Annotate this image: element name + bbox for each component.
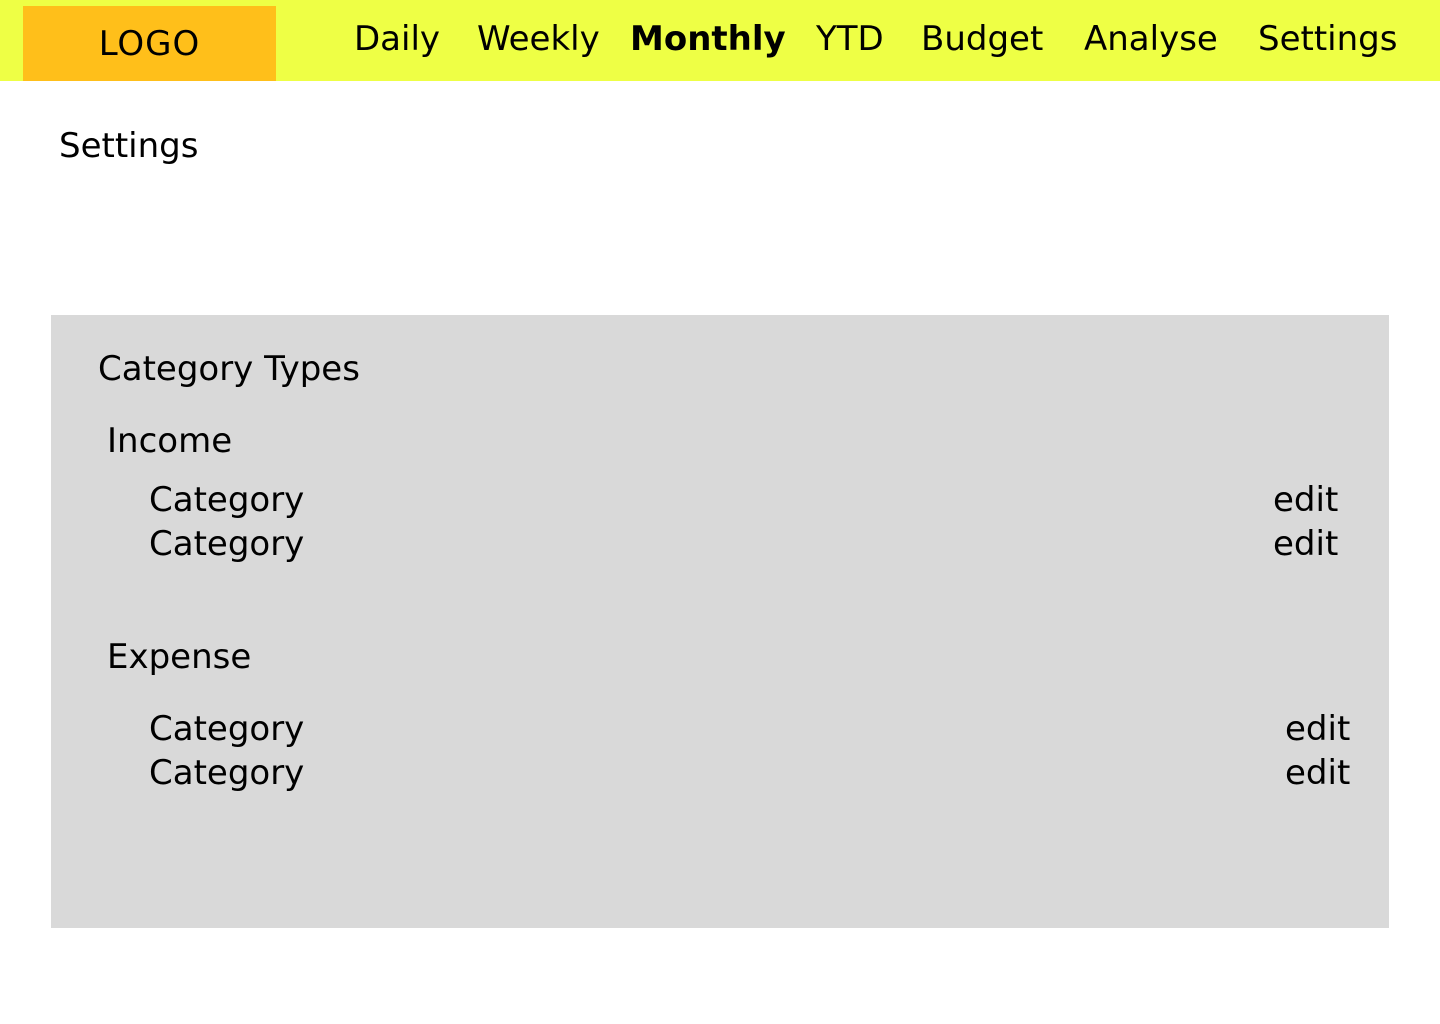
income-category-edit-link[interactable]: edit xyxy=(1273,478,1338,522)
nav-weekly[interactable]: Weekly xyxy=(477,19,600,63)
income-group-title: Income xyxy=(107,421,233,461)
nav-monthly[interactable]: Monthly xyxy=(630,19,786,63)
nav-daily[interactable]: Daily xyxy=(354,19,440,63)
nav-analyse[interactable]: Analyse xyxy=(1084,19,1218,63)
logo[interactable]: LOGO xyxy=(23,6,276,81)
expense-category-edit-link[interactable]: edit xyxy=(1285,751,1350,795)
income-category-edit-link[interactable]: edit xyxy=(1273,522,1338,566)
nav-settings[interactable]: Settings xyxy=(1258,19,1397,63)
category-types-title: Category Types xyxy=(98,349,360,389)
nav-budget[interactable]: Budget xyxy=(921,19,1043,63)
category-types-panel: Category Types Income Category edit Cate… xyxy=(51,315,1389,928)
nav-ytd[interactable]: YTD xyxy=(816,19,884,63)
expense-category-label: Category xyxy=(149,753,305,793)
expense-category-edit-link[interactable]: edit xyxy=(1285,707,1350,751)
page-title: Settings xyxy=(59,126,199,166)
income-category-label: Category xyxy=(149,524,305,564)
income-category-label: Category xyxy=(149,480,305,520)
expense-category-label: Category xyxy=(149,709,305,749)
top-navigation-bar: LOGO Daily Weekly Monthly YTD Budget Ana… xyxy=(0,0,1440,81)
expense-group-title: Expense xyxy=(107,637,252,677)
